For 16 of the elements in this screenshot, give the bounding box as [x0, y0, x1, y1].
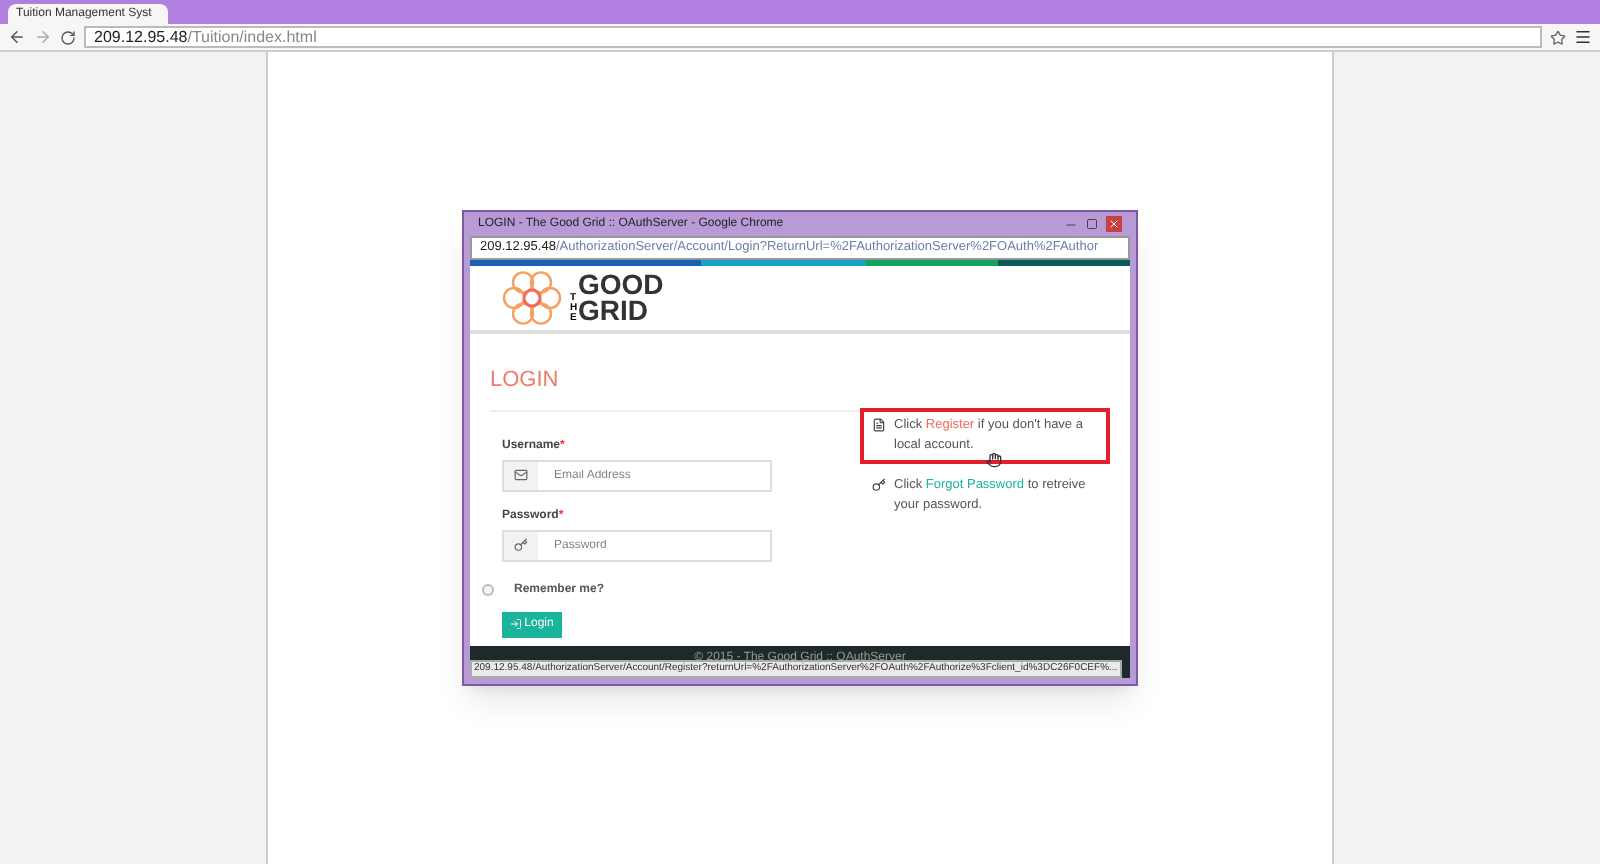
logo-text: GRID [578, 298, 648, 324]
checkbox[interactable] [482, 584, 494, 596]
login-icon [510, 618, 523, 630]
back-icon[interactable] [8, 28, 26, 46]
hand-cursor-icon [986, 452, 1002, 468]
close-icon[interactable] [1106, 216, 1122, 232]
note-icon [872, 477, 886, 491]
address-bar[interactable]: 209.12.95.48/Tuition/index.html [84, 26, 1542, 48]
reload-icon[interactable] [60, 29, 76, 45]
note-icon [872, 417, 886, 431]
menu-icon[interactable] [1574, 28, 1592, 46]
login-heading: LOGIN [490, 364, 902, 411]
logo-text: GOOD [578, 272, 664, 298]
star-icon[interactable] [1550, 29, 1566, 45]
maximize-icon[interactable] [1086, 218, 1098, 230]
flower-logo-icon [502, 268, 562, 328]
